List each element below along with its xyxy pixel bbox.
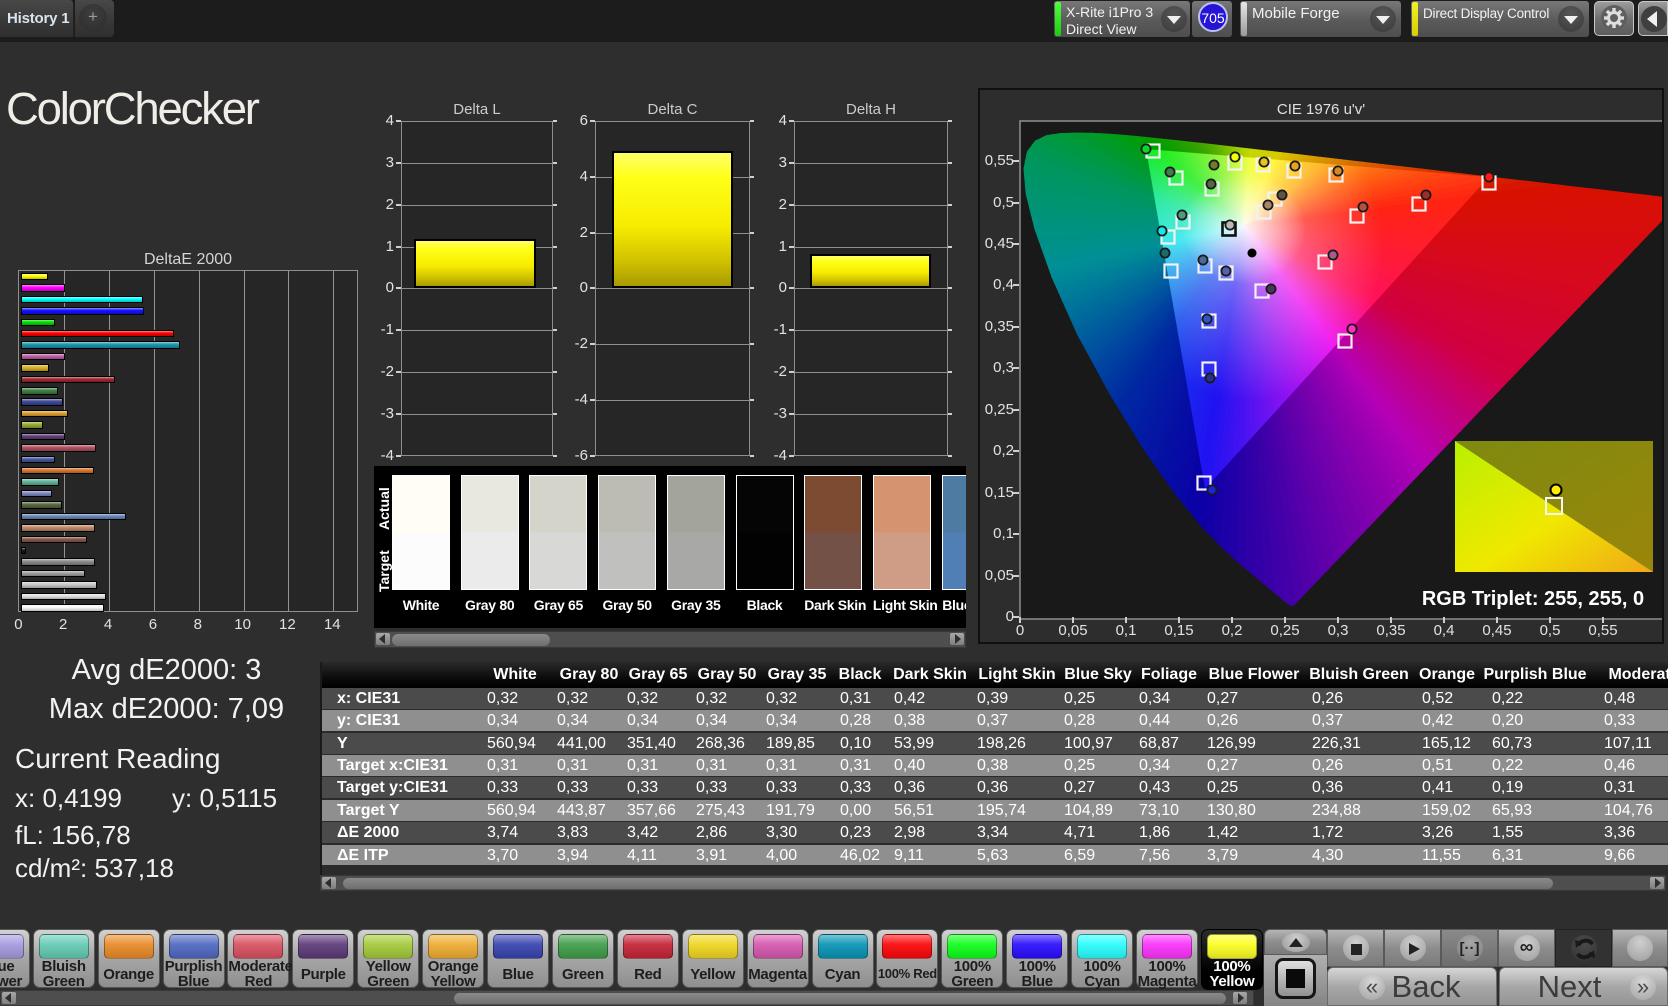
- svg-text:RGB Triplet: 255, 255, 0: RGB Triplet: 255, 255, 0: [1422, 588, 1644, 610]
